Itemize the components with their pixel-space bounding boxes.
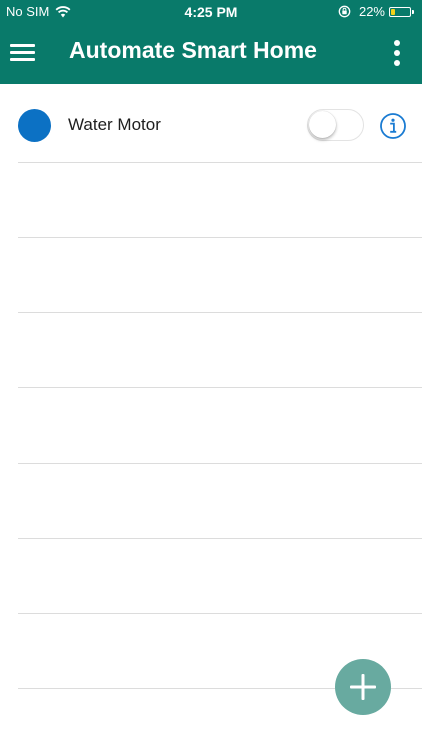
battery-percent: 22% [358,4,385,19]
toggle-knob [309,111,336,138]
plus-icon [350,674,376,700]
row-divider [18,463,422,464]
hamburger-menu-icon[interactable] [10,41,36,65]
row-divider [18,613,422,614]
device-power-toggle[interactable] [307,109,364,141]
row-divider [18,162,422,163]
device-status-indicator [18,109,51,142]
battery-tip [412,9,414,14]
battery-body [389,6,411,17]
more-vertical-icon[interactable] [388,38,406,68]
row-divider [18,387,422,388]
device-name: Water Motor [68,115,161,134]
app-bar: Automate Smart Home [0,24,422,84]
status-bar: No SIM 4:25 PM 22% [0,0,422,24]
status-right: 22% [338,4,414,19]
row-divider [18,312,422,313]
battery-fill [391,8,395,15]
orientation-lock-icon [338,5,351,18]
device-list: Water Motor [0,84,422,162]
battery-icon [389,6,414,17]
app-title: Automate Smart Home [69,37,317,63]
info-icon[interactable] [379,112,407,140]
device-row-water-motor[interactable]: Water Motor [0,84,422,162]
add-device-button[interactable] [335,659,391,715]
row-divider [18,538,422,539]
row-divider [18,237,422,238]
